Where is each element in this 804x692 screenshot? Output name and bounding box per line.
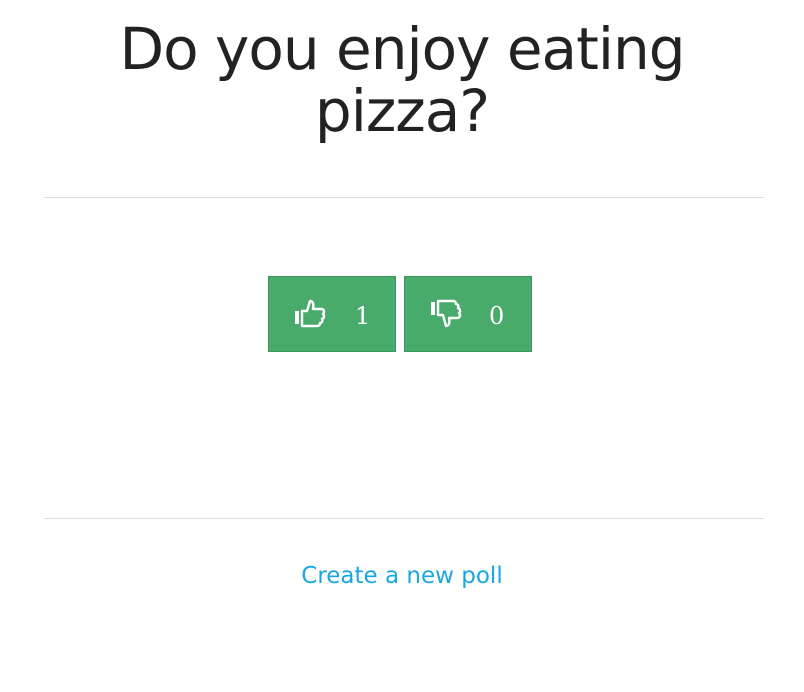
upvote-count: 1 — [355, 302, 371, 330]
upvote-button[interactable]: 1 — [268, 276, 396, 352]
divider-top — [44, 197, 764, 198]
create-new-poll-link[interactable]: Create a new poll — [0, 560, 804, 592]
downvote-count: 0 — [489, 302, 505, 330]
vote-buttons: 1 0 — [0, 276, 804, 354]
divider-bottom — [44, 518, 764, 519]
thumbs-up-icon — [293, 297, 327, 331]
downvote-button[interactable]: 0 — [404, 276, 532, 352]
thumbs-down-icon — [429, 297, 463, 331]
poll-question: Do you enjoy eating pizza? — [119, 15, 685, 145]
